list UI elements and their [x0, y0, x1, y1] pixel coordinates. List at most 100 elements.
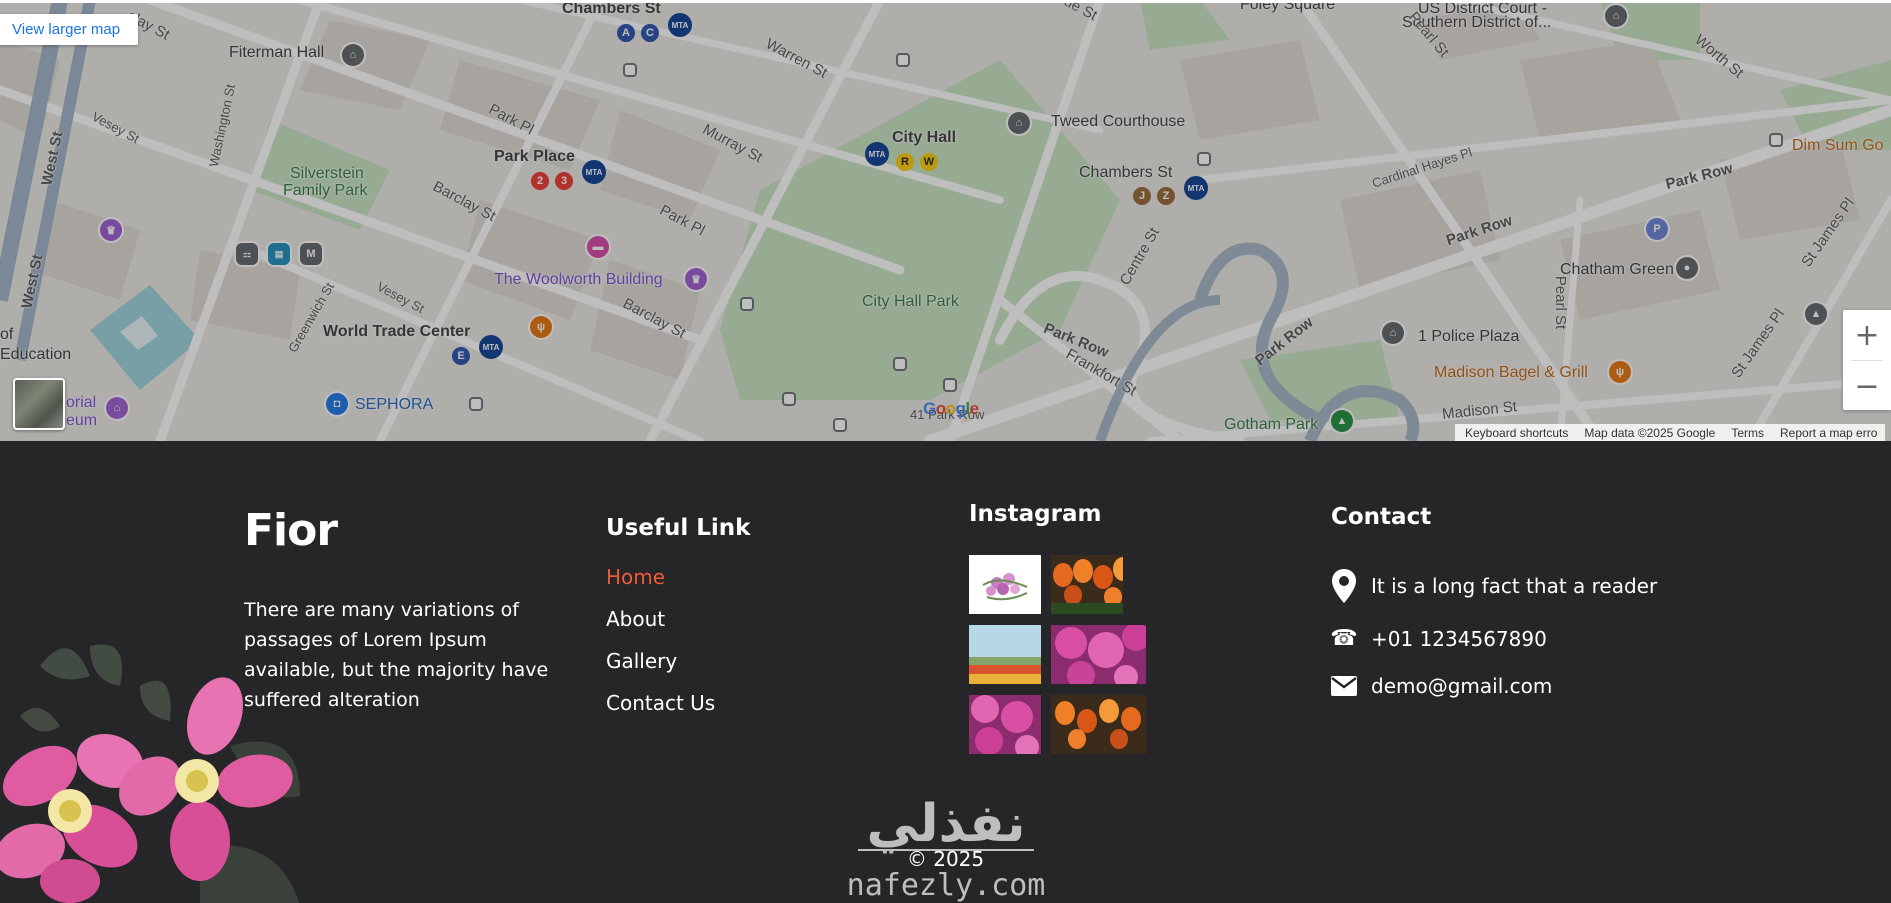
map-data-text: Map data ©2025 Google [1584, 425, 1716, 440]
instagram-thumbnail[interactable] [1051, 555, 1123, 614]
terms-link[interactable]: Terms [1731, 426, 1764, 440]
path-train-icon[interactable]: ▤ [268, 243, 290, 265]
view-larger-map-link[interactable]: View larger map [0, 14, 139, 45]
map-label: The Woolworth Building [494, 271, 663, 288]
shopping-icon[interactable]: ◘ [326, 393, 348, 415]
instagram-thumbnail[interactable] [1051, 625, 1146, 684]
bus-stop-icon[interactable] [782, 392, 796, 406]
embedded-map[interactable]: Chambers St Warren St Murray St Park Pl … [0, 0, 1891, 441]
phone-icon: ☎ [1330, 626, 1358, 651]
map-label: Fiterman Hall [229, 44, 325, 61]
instagram-thumbnail[interactable] [969, 555, 1041, 614]
bus-stop-icon[interactable] [469, 397, 483, 411]
keyboard-shortcuts-link[interactable]: Keyboard shortcuts [1465, 426, 1568, 440]
footer-link-contact-us[interactable]: Contact Us [606, 691, 715, 715]
map-label: Family Park [283, 182, 368, 199]
bus-stop-icon[interactable] [1197, 152, 1211, 166]
zoom-control: + − [1843, 310, 1891, 410]
parking-icon[interactable]: P [1646, 218, 1668, 240]
top-border [0, 0, 1891, 3]
subway-line-j-icon[interactable]: J [1133, 187, 1151, 205]
instagram-thumbnail[interactable] [1051, 695, 1146, 754]
landmark-icon[interactable]: ♛ [685, 268, 707, 290]
footer-about-text: There are many variations of passages of… [244, 599, 549, 711]
map-label: orial [66, 394, 97, 411]
hotel-icon[interactable]: ▬ [587, 236, 609, 258]
zoom-in-button[interactable]: + [1843, 310, 1891, 360]
school-icon[interactable]: ⌂ [342, 44, 364, 66]
government-icon[interactable]: ⌂ [1382, 322, 1404, 344]
map-label: eum [66, 412, 98, 429]
footer-link-gallery[interactable]: Gallery [606, 649, 677, 673]
report-error-link[interactable]: Report a map erro [1780, 426, 1877, 440]
mta-icon[interactable]: MTA [1184, 176, 1208, 200]
subway-line-e-icon[interactable]: E [452, 347, 470, 365]
map-label: Pearl St [1552, 275, 1570, 330]
mta-icon[interactable]: MTA [582, 160, 606, 184]
map-label: Dim Sum Go [1792, 137, 1884, 154]
map-label: Park Place [494, 148, 575, 165]
contact-email[interactable]: demo@gmail.com [1371, 674, 1552, 698]
footer-brand-logo[interactable]: Fior [244, 505, 338, 556]
map-label: of [0, 326, 14, 343]
map-label: Education [0, 346, 72, 363]
bus-stop-icon[interactable] [833, 418, 847, 432]
courthouse-icon[interactable]: ⌂ [1008, 112, 1030, 134]
map-attribution: Keyboard shortcuts Map data ©2025 Google… [1455, 424, 1886, 441]
subway-line-c-icon[interactable]: C [641, 24, 659, 42]
restaurant-icon[interactable]: ψ [530, 316, 552, 338]
subway-line-r-icon[interactable]: R [896, 153, 914, 171]
zoom-out-button[interactable]: − [1843, 361, 1891, 411]
park-pin-icon[interactable]: ▲ [1805, 303, 1827, 325]
restaurant-icon[interactable]: ψ [1609, 361, 1631, 383]
satellite-layer-toggle[interactable] [13, 378, 65, 430]
site-footer: Fior There are many variations of passag… [0, 441, 1891, 903]
pink-dahlias-image [969, 695, 1041, 754]
train-icon[interactable]: ⚏ [236, 243, 258, 265]
map-label: City Hall [892, 129, 957, 146]
attraction-icon[interactable]: ♛ [100, 219, 122, 241]
bus-stop-icon[interactable] [1769, 133, 1783, 147]
mta-icon[interactable]: MTA [668, 13, 692, 37]
museum-icon[interactable]: ⌂ [106, 397, 128, 419]
subway-line-3-icon[interactable]: 3 [555, 172, 573, 190]
m-path-icon[interactable]: M [300, 243, 322, 265]
footer-link-about[interactable]: About [606, 607, 665, 631]
subway-line-z-icon[interactable]: Z [1157, 187, 1175, 205]
orange-tulips-image [1051, 555, 1123, 614]
instagram-heading: Instagram [969, 501, 1102, 527]
mta-icon[interactable]: MTA [479, 335, 503, 359]
contact-address: It is a long fact that a reader [1371, 574, 1658, 598]
footer-link-home[interactable]: Home [606, 565, 665, 589]
contact-phone[interactable]: +01 1234567890 [1371, 627, 1547, 651]
courthouse-icon[interactable]: ⌂ [1605, 5, 1627, 27]
map-label: SEPHORA [355, 396, 434, 413]
envelope-icon [1331, 676, 1357, 696]
mta-icon[interactable]: MTA [865, 142, 889, 166]
subway-line-a-icon[interactable]: A [617, 24, 635, 42]
bus-stop-icon[interactable] [896, 53, 910, 67]
bus-stop-icon[interactable] [893, 357, 907, 371]
park-pin-icon[interactable]: ● [1676, 257, 1698, 279]
subway-line-w-icon[interactable]: W [920, 153, 938, 171]
contact-heading: Contact [1331, 504, 1432, 530]
contact-address-row: It is a long fact that a reader [1331, 569, 1657, 603]
instagram-thumbnail[interactable] [969, 625, 1041, 684]
map-label: Tweed Courthouse [1051, 113, 1186, 130]
map-label: Silverstein [290, 165, 364, 182]
flower-bouquet-image [982, 573, 1028, 601]
contact-email-row: demo@gmail.com [1331, 674, 1552, 698]
contact-phone-row: ☎ +01 1234567890 [1330, 626, 1547, 651]
map-label: Chatham Green [1560, 261, 1674, 278]
subway-line-2-icon[interactable]: 2 [531, 172, 549, 190]
watermark-domain-text: nafezly.com [847, 868, 1046, 903]
instagram-thumbnail[interactable] [969, 695, 1041, 754]
bus-stop-icon[interactable] [943, 378, 957, 392]
bus-stop-icon[interactable] [740, 297, 754, 311]
bus-stop-icon[interactable] [623, 63, 637, 77]
map-label: Gotham Park [1224, 416, 1319, 433]
park-pin-icon[interactable]: ▲ [1331, 410, 1353, 432]
map-label: City Hall Park [862, 293, 959, 310]
watermark-arabic-text: نفذلي [866, 794, 1025, 854]
map-label: World Trade Center [323, 323, 471, 340]
